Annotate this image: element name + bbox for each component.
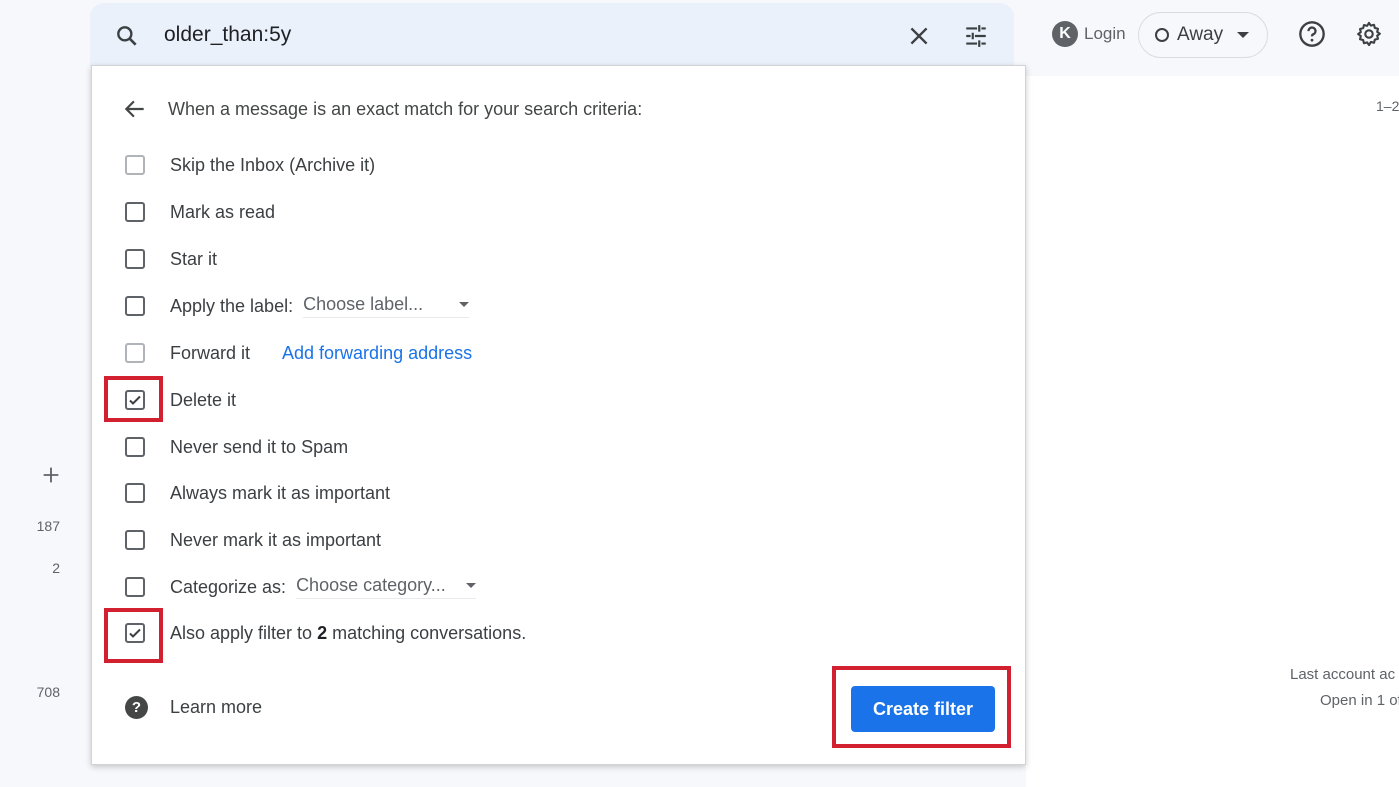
chevron-down-icon (1237, 32, 1250, 38)
checkbox[interactable] (125, 530, 145, 550)
highlight-box-create-filter (832, 666, 1011, 748)
help-circle-icon[interactable] (1298, 20, 1326, 48)
filter-actions-panel: When a message is an exact match for you… (91, 65, 1026, 765)
option-star-it[interactable]: Star it (125, 244, 217, 274)
open-locations-link[interactable]: Open in 1 of (1290, 688, 1399, 714)
option-label: Also apply filter to 2 matching conversa… (170, 623, 526, 644)
gear-icon[interactable] (1355, 20, 1383, 48)
close-icon[interactable] (906, 23, 932, 49)
pagination-text: 1–2 (1376, 98, 1399, 114)
option-label: Always mark it as important (170, 482, 391, 503)
checkbox[interactable] (125, 483, 145, 503)
status-dropdown[interactable]: Away (1138, 12, 1268, 58)
k-logo-icon: K (1052, 21, 1078, 47)
option-categorize[interactable]: Categorize as: Choose category... (125, 572, 477, 602)
last-activity-text: Last account ac (1290, 666, 1396, 683)
login-label: Login (1084, 24, 1126, 43)
label-suffix: matching conversations. (327, 622, 527, 643)
label-prefix: Also apply filter to (170, 622, 318, 643)
label-count: 708 (36, 684, 60, 700)
search-bar[interactable]: older_than:5y (90, 3, 1014, 67)
option-apply-to-matching[interactable]: Also apply filter to 2 matching conversa… (125, 618, 526, 648)
search-input[interactable]: older_than:5y (164, 23, 291, 47)
option-label: Forward it (170, 342, 251, 363)
category-select-value: Choose category... (296, 575, 446, 595)
checkbox[interactable] (125, 155, 145, 175)
label-count: 187 (36, 518, 60, 534)
search-icon[interactable] (114, 23, 140, 49)
option-never-spam[interactable]: Never send it to Spam (125, 432, 348, 462)
help-filled-icon: ? (125, 696, 148, 719)
label-select-value: Choose label... (303, 294, 424, 314)
chevron-down-icon (459, 302, 470, 307)
panel-header: When a message is an exact match for you… (122, 96, 642, 122)
option-apply-label[interactable]: Apply the label: Choose label... (125, 291, 470, 321)
learn-more-link[interactable]: ? Learn more (125, 696, 262, 719)
tune-icon[interactable] (962, 23, 990, 49)
circle-outline-icon (1155, 28, 1169, 42)
checkbox[interactable] (125, 437, 145, 457)
label-select[interactable]: Choose label... (303, 294, 470, 318)
learn-more-label: Learn more (170, 697, 263, 717)
checkbox[interactable] (125, 296, 145, 316)
option-label: Mark as read (170, 201, 276, 222)
login-button[interactable]: K Login (1052, 21, 1126, 47)
option-label: Delete it (170, 389, 237, 410)
option-skip-inbox[interactable]: Skip the Inbox (Archive it) (125, 150, 375, 180)
category-select[interactable]: Choose category... (296, 575, 477, 599)
checkbox[interactable] (125, 577, 145, 597)
status-label: Away (1177, 24, 1224, 45)
matching-count: 2 (317, 622, 328, 643)
option-label: Apply the label: (170, 295, 294, 316)
option-forward-it[interactable]: Forward it Add forwarding address (125, 338, 472, 368)
arrow-left-icon[interactable] (122, 96, 148, 122)
highlight-box-apply-matching (104, 608, 163, 663)
highlight-box-delete (104, 376, 163, 422)
chevron-down-icon (466, 583, 477, 588)
checkbox[interactable] (125, 343, 145, 363)
plus-icon[interactable] (40, 464, 62, 486)
checkbox[interactable] (125, 249, 145, 269)
option-label: Never send it to Spam (170, 436, 349, 457)
account-activity: Last account ac Open in 1 of (1290, 662, 1399, 714)
option-mark-as-read[interactable]: Mark as read (125, 197, 275, 227)
option-label: Star it (170, 248, 218, 269)
left-rail: 187 2 708 (0, 0, 92, 787)
add-forwarding-address-link[interactable]: Add forwarding address (282, 343, 472, 364)
option-label: Categorize as: (170, 576, 287, 597)
option-label: Never mark it as important (170, 529, 382, 550)
option-label: Skip the Inbox (Archive it) (170, 154, 376, 175)
checkbox[interactable] (125, 202, 145, 222)
option-never-important[interactable]: Never mark it as important (125, 525, 381, 555)
panel-title: When a message is an exact match for you… (168, 98, 643, 119)
label-count: 2 (52, 560, 60, 576)
option-always-important[interactable]: Always mark it as important (125, 478, 390, 508)
